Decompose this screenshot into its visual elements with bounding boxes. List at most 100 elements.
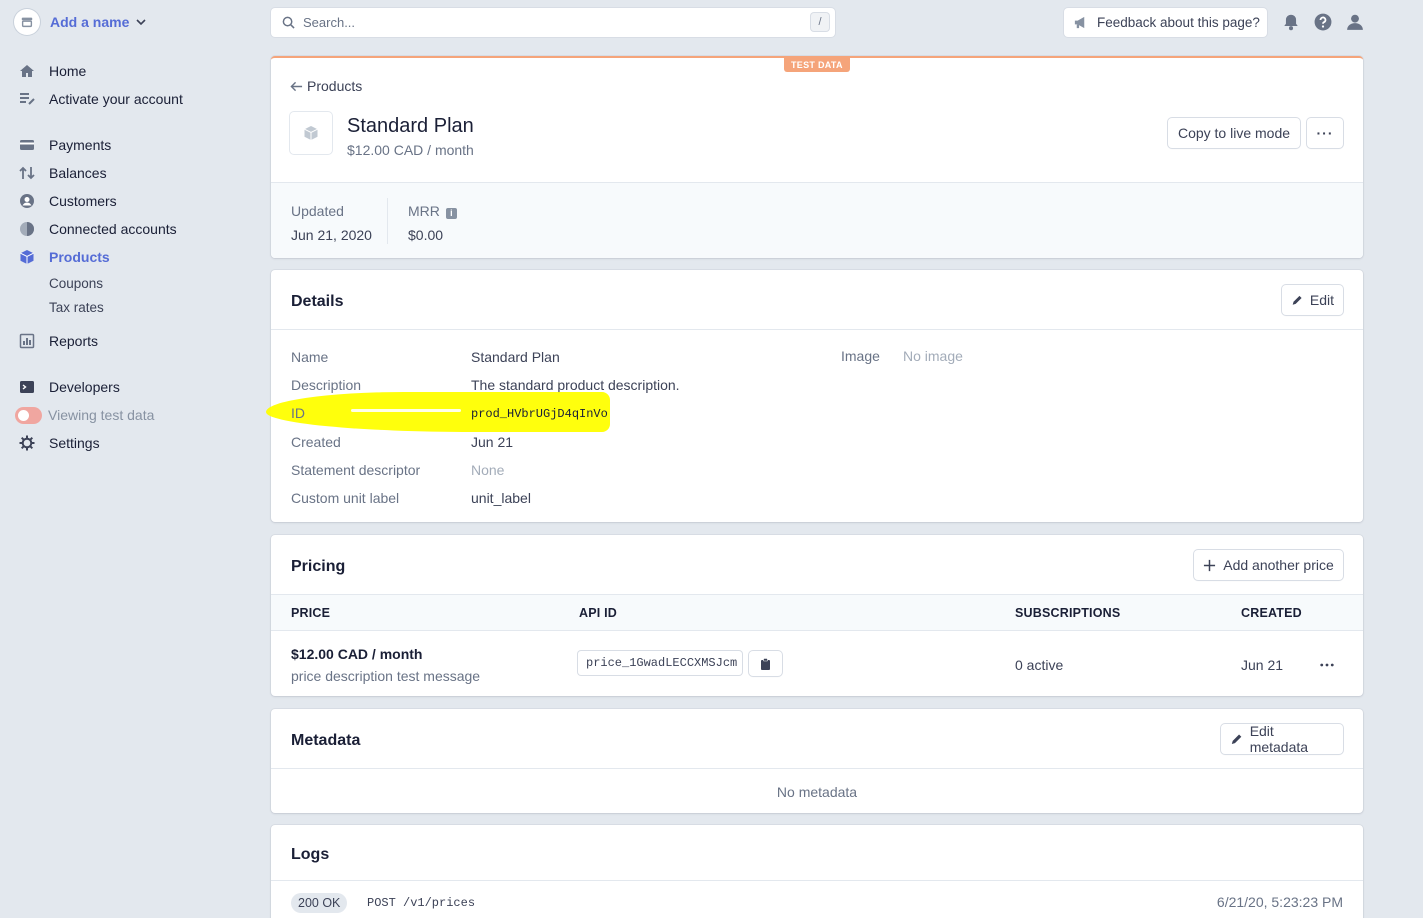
megaphone-icon bbox=[1074, 16, 1085, 29]
test-mode-toggle[interactable] bbox=[15, 406, 42, 424]
pricing-title: Pricing bbox=[291, 558, 346, 575]
account-switcher[interactable]: Add a name bbox=[14, 9, 147, 35]
product-image-placeholder bbox=[290, 112, 332, 154]
gear-icon bbox=[18, 434, 36, 452]
customers-icon bbox=[18, 192, 36, 210]
feedback-label: Feedback about this page? bbox=[1097, 15, 1260, 30]
reports-icon bbox=[18, 332, 36, 350]
more-actions-button[interactable]: ··· bbox=[1307, 118, 1343, 148]
pencil-icon bbox=[1292, 295, 1302, 305]
user-profile-icon[interactable] bbox=[1345, 12, 1365, 32]
metadata-title: Metadata bbox=[291, 732, 361, 749]
more-actions-label: ··· bbox=[1316, 125, 1334, 141]
sidebar-item-label: Customers bbox=[49, 193, 117, 209]
arrow-left-icon bbox=[290, 81, 303, 91]
sidebar-item-settings[interactable]: Settings bbox=[18, 433, 100, 453]
price-amount: $12.00 CAD / month bbox=[291, 646, 423, 662]
search-placeholder: Search... bbox=[303, 15, 356, 30]
column-header-price: PRICE bbox=[291, 606, 331, 620]
id-label-overlay: ID bbox=[291, 405, 305, 421]
price-description: price description test message bbox=[291, 668, 481, 684]
account-name: Add a name bbox=[50, 14, 130, 30]
connect-icon bbox=[18, 220, 36, 238]
statement-descriptor-value: None bbox=[471, 462, 505, 478]
sidebar-item-label: Products bbox=[49, 249, 110, 265]
pricing-table-header: PRICE API ID SUBSCRIPTIONS CREATED bbox=[271, 594, 1363, 631]
row-actions-icon[interactable] bbox=[1315, 655, 1339, 675]
info-icon[interactable]: i bbox=[445, 208, 457, 219]
search-icon bbox=[282, 16, 295, 29]
search-input[interactable]: Search... / bbox=[271, 8, 835, 37]
add-another-price-button[interactable]: Add another price bbox=[1194, 550, 1343, 580]
sidebar-item-developers[interactable]: Developers bbox=[18, 377, 120, 397]
column-header-subscriptions: SUBSCRIPTIONS bbox=[1015, 606, 1121, 620]
checklist-icon bbox=[18, 90, 36, 108]
sidebar-item-label: Payments bbox=[49, 137, 112, 153]
id-value-overlay[interactable]: prod_HVbrUGjD4qInVo bbox=[471, 407, 608, 421]
sidebar: Add a name Home Activate your account Pa… bbox=[0, 0, 250, 918]
description-value: The standard product description. bbox=[471, 377, 680, 393]
sidebar-item-coupons[interactable]: Coupons bbox=[49, 273, 103, 293]
sidebar-item-reports[interactable]: Reports bbox=[18, 331, 98, 351]
pencil-icon bbox=[1231, 734, 1242, 744]
column-header-api-id: API ID bbox=[579, 606, 618, 620]
image-label: Image bbox=[841, 348, 880, 364]
sidebar-item-balances[interactable]: Balances bbox=[18, 163, 107, 183]
details-title: Details bbox=[291, 293, 344, 310]
sidebar-item-tax-rates[interactable]: Tax rates bbox=[49, 297, 104, 317]
copy-to-live-mode-button[interactable]: Copy to live mode bbox=[1168, 118, 1300, 148]
terminal-icon bbox=[18, 378, 36, 396]
sidebar-item-label: Balances bbox=[49, 165, 107, 181]
metadata-card: Metadata Edit metadata No metadata bbox=[271, 709, 1363, 813]
sidebar-item-customers[interactable]: Customers bbox=[18, 191, 117, 211]
payments-icon bbox=[18, 136, 36, 154]
product-header-card: TEST DATA Products Standard Plan $12.00 … bbox=[271, 56, 1363, 258]
product-title: Standard Plan bbox=[347, 115, 474, 137]
created-value: Jun 21 bbox=[471, 434, 514, 450]
log-timestamp: 6/21/20, 5:23:23 PM bbox=[1216, 894, 1343, 910]
home-icon bbox=[18, 62, 36, 80]
add-price-label: Add another price bbox=[1223, 557, 1334, 573]
image-value: No image bbox=[903, 348, 963, 364]
mrr-value: $0.00 bbox=[408, 227, 444, 243]
custom-unit-label-value: unit_label bbox=[471, 490, 531, 506]
edit-metadata-label: Edit metadata bbox=[1249, 723, 1309, 755]
notifications-bell-icon[interactable] bbox=[1281, 12, 1301, 32]
updated-value: Jun 21, 2020 bbox=[291, 227, 372, 243]
sidebar-item-activate[interactable]: Activate your account bbox=[18, 89, 183, 109]
edit-details-button[interactable]: Edit bbox=[1282, 285, 1343, 315]
no-metadata-text: No metadata bbox=[776, 784, 858, 800]
copy-to-live-mode-label: Copy to live mode bbox=[1177, 125, 1291, 141]
mrr-label-group: MRR i bbox=[408, 203, 457, 219]
name-label: Name bbox=[291, 349, 329, 365]
sidebar-item-payments[interactable]: Payments bbox=[18, 135, 111, 155]
product-stats: Updated Jun 21, 2020 MRR i $0.00 bbox=[271, 182, 1363, 258]
back-to-products-link[interactable]: Products bbox=[290, 78, 362, 94]
sidebar-item-products[interactable]: Products bbox=[18, 247, 110, 267]
pricing-card: Pricing Add another price PRICE API ID S… bbox=[271, 535, 1363, 696]
test-data-badge: TEST DATA bbox=[784, 58, 850, 72]
sidebar-item-home[interactable]: Home bbox=[18, 61, 86, 81]
price-created-date: Jun 21 bbox=[1241, 657, 1284, 673]
details-divider bbox=[271, 329, 1363, 330]
stats-divider bbox=[387, 198, 388, 244]
sidebar-item-label: Connected accounts bbox=[49, 221, 177, 237]
sidebar-item-test-data-toggle[interactable]: Viewing test data bbox=[15, 405, 155, 425]
price-api-id-field[interactable]: price_1GwadLECCXMSJcm bbox=[578, 651, 742, 675]
logs-title: Logs bbox=[291, 846, 330, 863]
feedback-button[interactable]: Feedback about this page? bbox=[1064, 8, 1267, 37]
copy-api-id-button[interactable] bbox=[749, 651, 782, 676]
logs-divider bbox=[271, 880, 1363, 881]
sidebar-item-label: Reports bbox=[49, 333, 99, 349]
sidebar-item-label: Home bbox=[49, 63, 87, 79]
clipboard-icon bbox=[761, 657, 770, 670]
column-header-created: CREATED bbox=[1241, 606, 1302, 620]
plus-icon bbox=[1204, 559, 1216, 571]
sidebar-item-label: Viewing test data bbox=[48, 407, 155, 423]
product-price-summary: $12.00 CAD / month bbox=[347, 142, 474, 158]
help-icon[interactable] bbox=[1313, 12, 1333, 32]
custom-unit-label-label: Custom unit label bbox=[291, 490, 400, 506]
sidebar-item-connected-accounts[interactable]: Connected accounts bbox=[18, 219, 177, 239]
sidebar-item-label: Activate your account bbox=[49, 91, 183, 107]
edit-metadata-button[interactable]: Edit metadata bbox=[1221, 723, 1343, 755]
